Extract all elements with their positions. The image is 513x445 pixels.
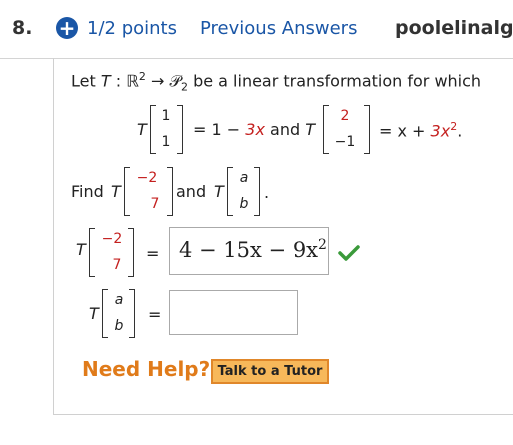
matrix-bracket-left [89,228,95,277]
transform-symbol: T [89,304,99,323]
vector2-top: 2 [340,108,350,124]
and-label: and [176,182,207,201]
vector3-bottom: 7 [150,196,160,212]
problem-intro: Let T : ℝ2 → 𝒫2 be a linear transformati… [71,70,482,94]
matrix-bracket-right [128,228,134,277]
matrix-bracket-right [364,105,370,154]
find-period: . [264,183,270,202]
points-link[interactable]: 1/2 points [87,18,177,39]
answer2-equals: = [148,305,162,324]
find-label: Find [71,182,104,201]
expand-plus-icon[interactable]: + [56,17,78,39]
matrix-bracket-right [254,167,260,216]
transform-symbol: T [111,182,121,201]
previous-answers-link[interactable]: Previous Answers [200,18,357,39]
vector3-top: −2 [136,170,158,186]
vector2-bottom: −1 [334,134,356,150]
transform-symbol: T [214,182,224,201]
need-help-label: Need Help? [82,357,211,381]
matrix-bracket-right [167,167,173,216]
equation-2: = x + 3x2. [379,120,463,141]
matrix-bracket-left [323,105,329,154]
equation-1: = 1 − 3x and T [193,120,315,139]
question-header: 8. + 1/2 points Previous Answers pooleli… [0,0,513,59]
assignment-name: poolelinalg4 [395,17,513,39]
transform-symbol: T [137,120,147,139]
matrix-bracket-right [129,289,135,338]
matrix-bracket-right [177,105,183,154]
transform-symbol: T [76,240,86,259]
checkmark-icon [338,245,360,261]
question-number: 8. [12,17,33,39]
answer2-input[interactable] [169,290,298,335]
answer1-vector-top: −2 [101,231,123,247]
talk-to-tutor-button[interactable]: Talk to a Tutor [211,359,329,384]
answer1-equals: = [146,244,160,263]
answer1-value: 4 − 15x − 9x2 [179,237,327,262]
matrix-bracket-left [124,167,130,216]
